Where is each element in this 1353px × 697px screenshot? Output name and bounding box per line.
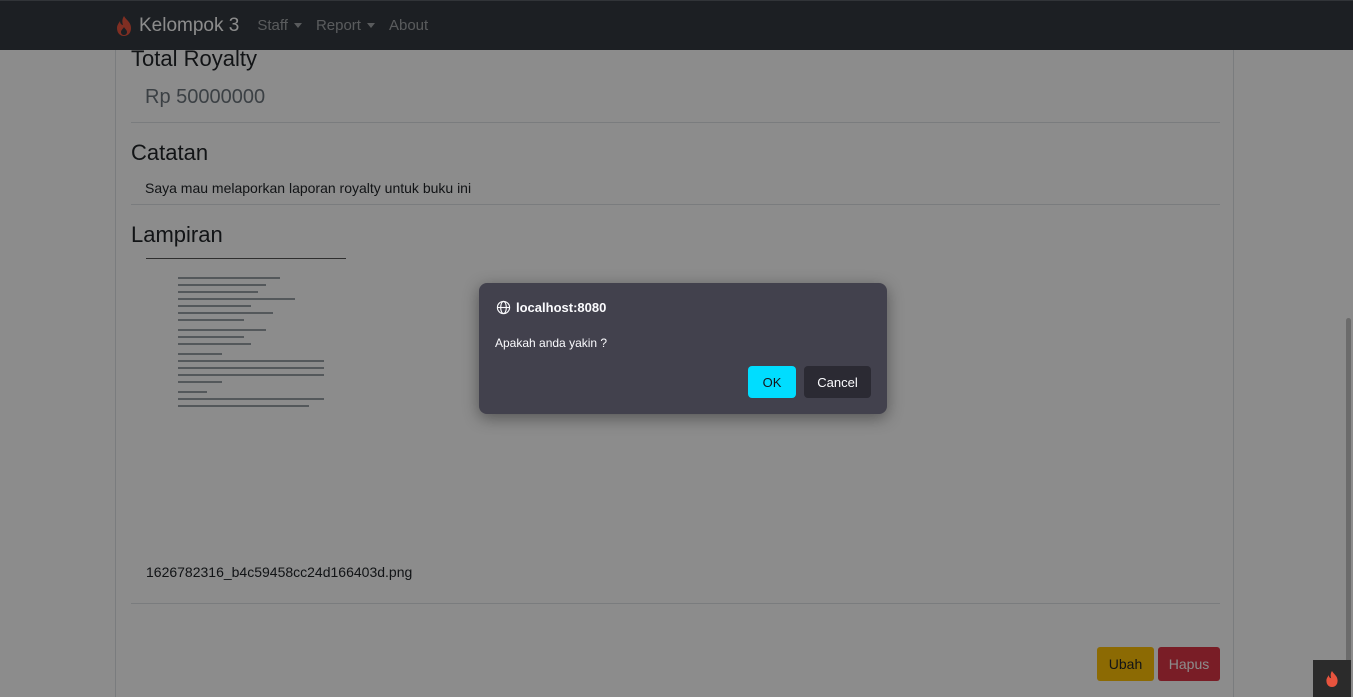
confirm-dialog: localhost:8080 Apakah anda yakin ? OK Ca… xyxy=(479,283,887,414)
globe-icon xyxy=(496,300,511,315)
dialog-host-label: localhost:8080 xyxy=(516,300,607,315)
flame-icon xyxy=(1326,670,1338,687)
dialog-message: Apakah anda yakin ? xyxy=(495,336,608,350)
cancel-button[interactable]: Cancel xyxy=(804,366,871,398)
dialog-host: localhost:8080 xyxy=(496,300,606,315)
scrollbar[interactable] xyxy=(1346,318,1351,697)
debug-toolbar-toggle[interactable] xyxy=(1313,660,1351,697)
ok-button[interactable]: OK xyxy=(748,366,796,398)
